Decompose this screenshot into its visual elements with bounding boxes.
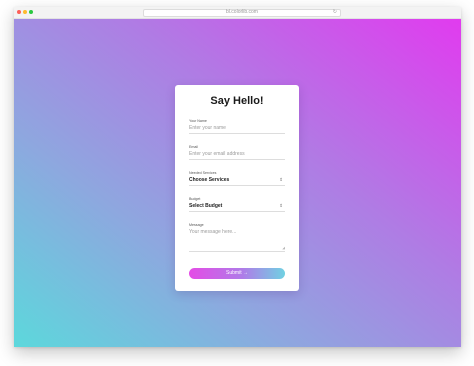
budget-select[interactable]: Select Budget ⇕ <box>189 202 285 212</box>
maximize-window-button[interactable] <box>29 10 33 14</box>
name-field-group: Your Name Enter your name <box>189 119 285 134</box>
submit-label: Submit <box>226 270 242 276</box>
browser-window: bl.colorlib.com ↻ Say Hello! Your Name E… <box>14 7 461 347</box>
message-field-group: Message Your message here... ◢ <box>189 223 285 252</box>
services-select-value: Choose Services <box>189 177 230 183</box>
services-field-group: Needed Services Choose Services ⇕ <box>189 171 285 186</box>
browser-titlebar: bl.colorlib.com ↻ <box>14 7 461 19</box>
chevron-updown-icon: ⇕ <box>279 203 283 208</box>
email-input[interactable]: Enter your email address <box>189 150 285 160</box>
address-bar[interactable]: bl.colorlib.com ↻ <box>143 9 341 17</box>
email-field-group: Email Enter your email address <box>189 145 285 160</box>
close-window-button[interactable] <box>17 10 21 14</box>
submit-button[interactable]: Submit → <box>189 268 285 279</box>
chevron-updown-icon: ⇕ <box>279 177 283 182</box>
reload-icon[interactable]: ↻ <box>333 8 337 16</box>
budget-field-group: Budget Select Budget ⇕ <box>189 197 285 212</box>
arrow-right-icon: → <box>242 270 248 276</box>
address-bar-url: bl.colorlib.com <box>226 9 258 15</box>
budget-select-value: Select Budget <box>189 203 223 209</box>
page-background: Say Hello! Your Name Enter your name Ema… <box>14 19 461 347</box>
services-select[interactable]: Choose Services ⇕ <box>189 176 285 186</box>
form-title: Say Hello! <box>210 95 264 107</box>
message-placeholder: Your message here... <box>189 229 237 235</box>
contact-form-card: Say Hello! Your Name Enter your name Ema… <box>175 85 299 291</box>
resize-handle-icon[interactable]: ◢ <box>282 246 285 250</box>
minimize-window-button[interactable] <box>23 10 27 14</box>
name-input[interactable]: Enter your name <box>189 124 285 134</box>
message-textarea[interactable]: Your message here... ◢ <box>189 228 285 252</box>
